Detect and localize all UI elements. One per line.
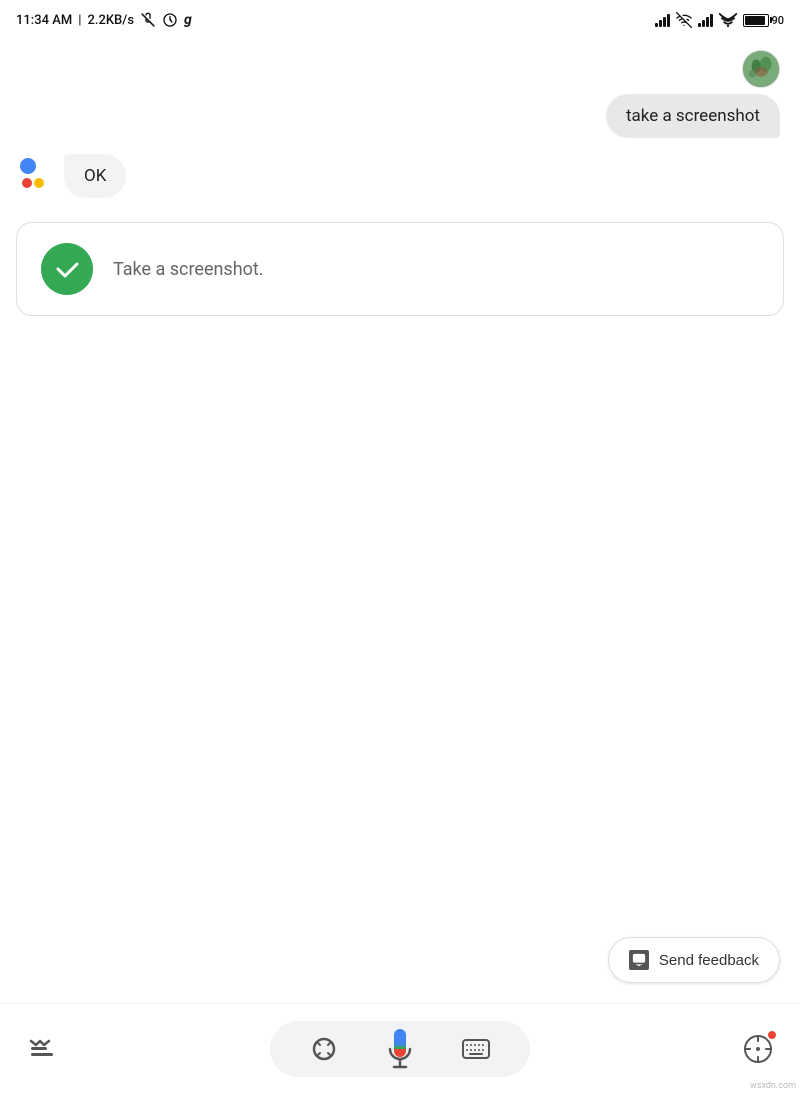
keyboard-button[interactable] [454,1027,498,1071]
watermark: wsxdn.com [750,1081,796,1091]
action-card-text: Take a screenshot. [113,259,264,280]
bottom-toolbar [0,1003,800,1093]
ga-dot-yellow [34,178,44,188]
assistant-message-wrapper: OK [16,154,784,198]
send-feedback-button[interactable]: Send feedback [608,937,780,983]
battery-percent: 90 [771,14,784,27]
user-message-wrapper: take a screenshot [16,50,784,138]
status-right: 90 [655,12,784,28]
user-message-bubble: take a screenshot [606,94,780,138]
signal-icon-2 [698,13,713,27]
checkmark-icon [41,243,93,295]
status-left: 11:34 AM | 2.2KB/s g [16,12,192,28]
mute-icon [140,12,156,28]
time: 11:34 AM [16,13,72,28]
lens-icon [310,1035,338,1063]
status-bar: 11:34 AM | 2.2KB/s g [0,0,800,40]
microphone-button[interactable] [378,1027,422,1071]
send-feedback-label: Send feedback [659,952,759,969]
data-icon [676,12,692,28]
battery-indicator: 90 [743,14,784,27]
keyboard-icon [462,1039,490,1059]
menu-button[interactable] [20,1027,64,1071]
signal-icon [655,13,670,27]
ga-dot-blue [20,158,36,174]
user-avatar [742,50,780,88]
wifi-icon [719,13,737,27]
g-icon: g [184,12,192,28]
toolbar-pill [270,1021,530,1077]
assistant-message-bubble: OK [64,154,126,198]
feedback-icon [629,950,649,970]
assistant-message-text: OK [84,166,106,186]
lens-button[interactable] [302,1027,346,1071]
chat-container: take a screenshot OK Take a screenshot. [0,40,800,1003]
compass-button[interactable] [736,1027,780,1071]
network-speed: 2.2KB/s [87,13,134,28]
action-card: Take a screenshot. [16,222,784,316]
microphone-icon [384,1027,416,1071]
separator: | [78,13,81,28]
assistant-icon [16,154,56,194]
user-message-text: take a screenshot [626,106,760,126]
clock-icon [162,12,178,28]
menu-icon [28,1035,56,1063]
ga-dot-red [22,178,32,188]
google-assistant-logo [20,158,52,190]
compass-notification-badge [766,1029,778,1041]
